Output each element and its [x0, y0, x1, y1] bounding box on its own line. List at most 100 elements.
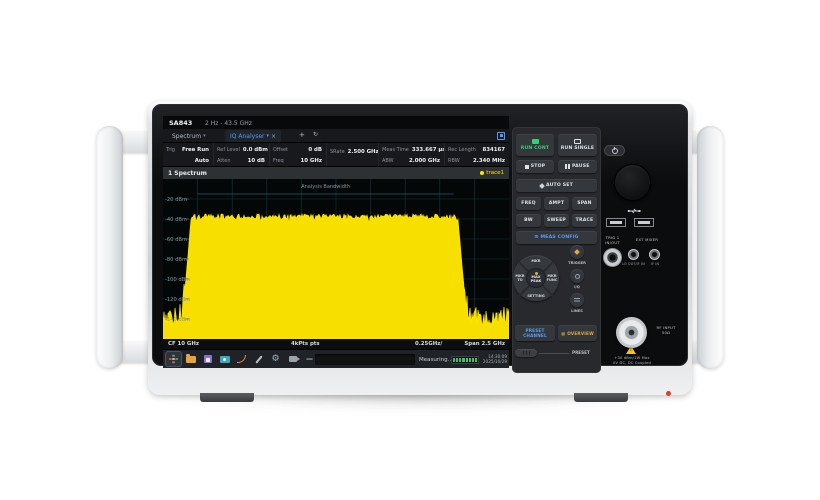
setting-field[interactable]: Atten10 dB	[217, 156, 265, 166]
setting-value[interactable]: 10 dB	[248, 156, 265, 166]
file-explorer-icon[interactable]	[183, 352, 198, 366]
save-icon[interactable]	[200, 352, 215, 366]
setting-value[interactable]: 2.340 MHz	[473, 156, 505, 166]
setting-field[interactable]: ABW 2.000 GHz	[382, 156, 440, 166]
setting-label: Freq	[273, 156, 284, 166]
setting-field[interactable]: Freq 10 GHz	[273, 156, 322, 166]
reset-icon[interactable]: ↻	[313, 131, 318, 138]
run-single-key[interactable]: RUN SINGLE	[558, 134, 597, 156]
y-axis-label: -100 dBm	[165, 277, 190, 283]
power-button[interactable]	[604, 145, 625, 156]
setting-value[interactable]: 10 GHz	[301, 156, 322, 166]
mkr-func-key[interactable]: MKR FUNC	[546, 274, 558, 282]
chevron-down-icon[interactable]: ▾	[267, 133, 270, 139]
setting-value[interactable]: Auto	[195, 156, 209, 166]
setting-value[interactable]: 0.0 dBm	[243, 145, 268, 155]
tab-iq-analyser[interactable]: IQ Analyser▾×	[225, 130, 281, 142]
message-field[interactable]	[315, 354, 415, 365]
setting-field[interactable]: Trig Free Run	[166, 145, 209, 155]
max-peak-key[interactable]: MAX PEAK	[526, 268, 546, 288]
chevron-down-icon[interactable]: ▾	[203, 133, 206, 139]
trace-legend[interactable]: trace1	[480, 170, 504, 176]
setting-value[interactable]: 834167	[482, 145, 505, 155]
trigger-icon	[574, 249, 580, 255]
iq-icon	[575, 274, 580, 279]
rf-input-connector	[616, 317, 647, 348]
setting-field[interactable]: Offset0 dB	[273, 145, 322, 155]
left-foot	[200, 393, 254, 402]
setting-value[interactable]: Free Run	[182, 145, 209, 155]
pause-icon	[565, 164, 567, 169]
setting-value[interactable]: 2.500 GHz	[348, 147, 379, 157]
screenshot-icon[interactable]	[217, 352, 232, 366]
setting-field[interactable]: Meas Time333.667 µs	[382, 145, 440, 155]
lines-icon	[574, 298, 580, 303]
trace-key[interactable]: TRACE	[572, 214, 597, 227]
y-axis-label: -140 dBm	[165, 317, 190, 323]
setting-label: ABW	[382, 156, 394, 166]
center-frequency-label[interactable]: CF 10 GHz	[168, 341, 199, 347]
preset-channel-key[interactable]: PRESET CHANNEL	[515, 325, 555, 341]
pause-key[interactable]: PAUSE	[558, 160, 597, 173]
setting-key[interactable]: SETTING	[513, 294, 559, 298]
ampt-key[interactable]: AMPT	[544, 197, 569, 210]
display-layout-icon[interactable]	[497, 132, 505, 140]
setting-field[interactable]: Ref Level0.0 dBm	[217, 145, 265, 155]
iq-key[interactable]	[570, 269, 584, 283]
meas-config-key[interactable]: ⊞MEAS CONFIG	[516, 231, 597, 244]
span-label[interactable]: Span 2.5 GHz	[464, 341, 505, 347]
span-key[interactable]: SPAN	[572, 197, 597, 210]
close-tab-icon[interactable]: ×	[271, 133, 276, 140]
y-axis-label: -60 dBm	[165, 237, 187, 243]
mkr-to-key[interactable]: MKR TO	[514, 274, 526, 282]
settings-bar: Trig Free RunAuto Ref Level0.0 dBmAtten10 …	[163, 143, 509, 167]
settings-column: Offset0 dBFreq 10 GHz	[269, 143, 326, 166]
frequency-readout-bar: CF 10 GHz 4kPts pts 0.25GHz/ Span 2.5 GH…	[163, 339, 509, 349]
y-axis-label: -20 dBm	[165, 197, 187, 203]
marker-nav-wheel[interactable]: MAX PEAK MKR MKR TO MKR FUNC SETTING	[513, 255, 559, 301]
overview-grid-icon: ▦	[561, 331, 565, 336]
auto-set-key[interactable]: AUTO SET	[516, 179, 597, 192]
run-single-icon	[574, 139, 581, 144]
setting-value[interactable]: 0 dB	[308, 145, 322, 155]
trigger-key[interactable]	[570, 245, 584, 259]
usb-port-2	[634, 218, 654, 227]
overview-key[interactable]: ▦OVERVIEW	[558, 325, 597, 341]
ext-mixer-label: EXT MIXER	[630, 238, 664, 243]
setting-field[interactable]: Auto	[166, 156, 209, 166]
record-icon[interactable]	[285, 352, 300, 366]
freq-key[interactable]: FREQ	[516, 197, 541, 210]
setting-field[interactable]: Rec Length834167	[448, 145, 505, 155]
date-label: 2025/10/29	[477, 359, 507, 364]
setting-field[interactable]: RBW2.340 MHz	[448, 156, 505, 166]
progress-bar	[451, 356, 479, 364]
sweep-key[interactable]: SWEEP	[544, 214, 569, 227]
add-tab-button[interactable]: +	[299, 131, 305, 139]
bw-key[interactable]: BW	[516, 214, 541, 227]
touch-assist-icon[interactable]	[166, 352, 181, 366]
rotary-knob[interactable]	[614, 164, 651, 201]
touchscreen[interactable]: SA843 2 Hz - 43.5 GHz Spectrum▾ IQ Analy…	[163, 116, 509, 368]
tab-spectrum[interactable]: Spectrum▾	[167, 130, 211, 142]
settings-gear-icon[interactable]	[268, 352, 283, 366]
clock: 14:30:09 2025/10/29	[477, 354, 507, 365]
lines-key[interactable]	[570, 293, 584, 307]
setting-value[interactable]: 2.000 GHz	[409, 156, 440, 166]
right-foot	[574, 393, 628, 402]
spectrum-trace	[163, 214, 509, 339]
lo-out-connector	[628, 249, 639, 260]
usb-icon	[627, 207, 641, 215]
run-cont-icon	[532, 139, 539, 144]
run-cont-key[interactable]: RUN CONT	[516, 134, 554, 156]
quick-save-icon[interactable]	[234, 352, 249, 366]
if-in-connector	[649, 249, 660, 260]
mkr-key[interactable]: MKR	[513, 259, 559, 263]
annotation-icon[interactable]	[251, 352, 266, 366]
setting-label: Trig	[166, 145, 175, 155]
model-label: SA843	[169, 119, 192, 127]
stop-key[interactable]: STOP	[516, 160, 554, 173]
preset-slider[interactable]	[515, 349, 537, 357]
setting-field[interactable]: SRate2.500 GHz	[330, 147, 374, 157]
spectrum-plot[interactable]: -20 dBm-40 dBm-60 dBm-80 dBm-100 dBm-120…	[163, 179, 509, 339]
setting-value[interactable]: 333.667 µs	[412, 145, 446, 155]
